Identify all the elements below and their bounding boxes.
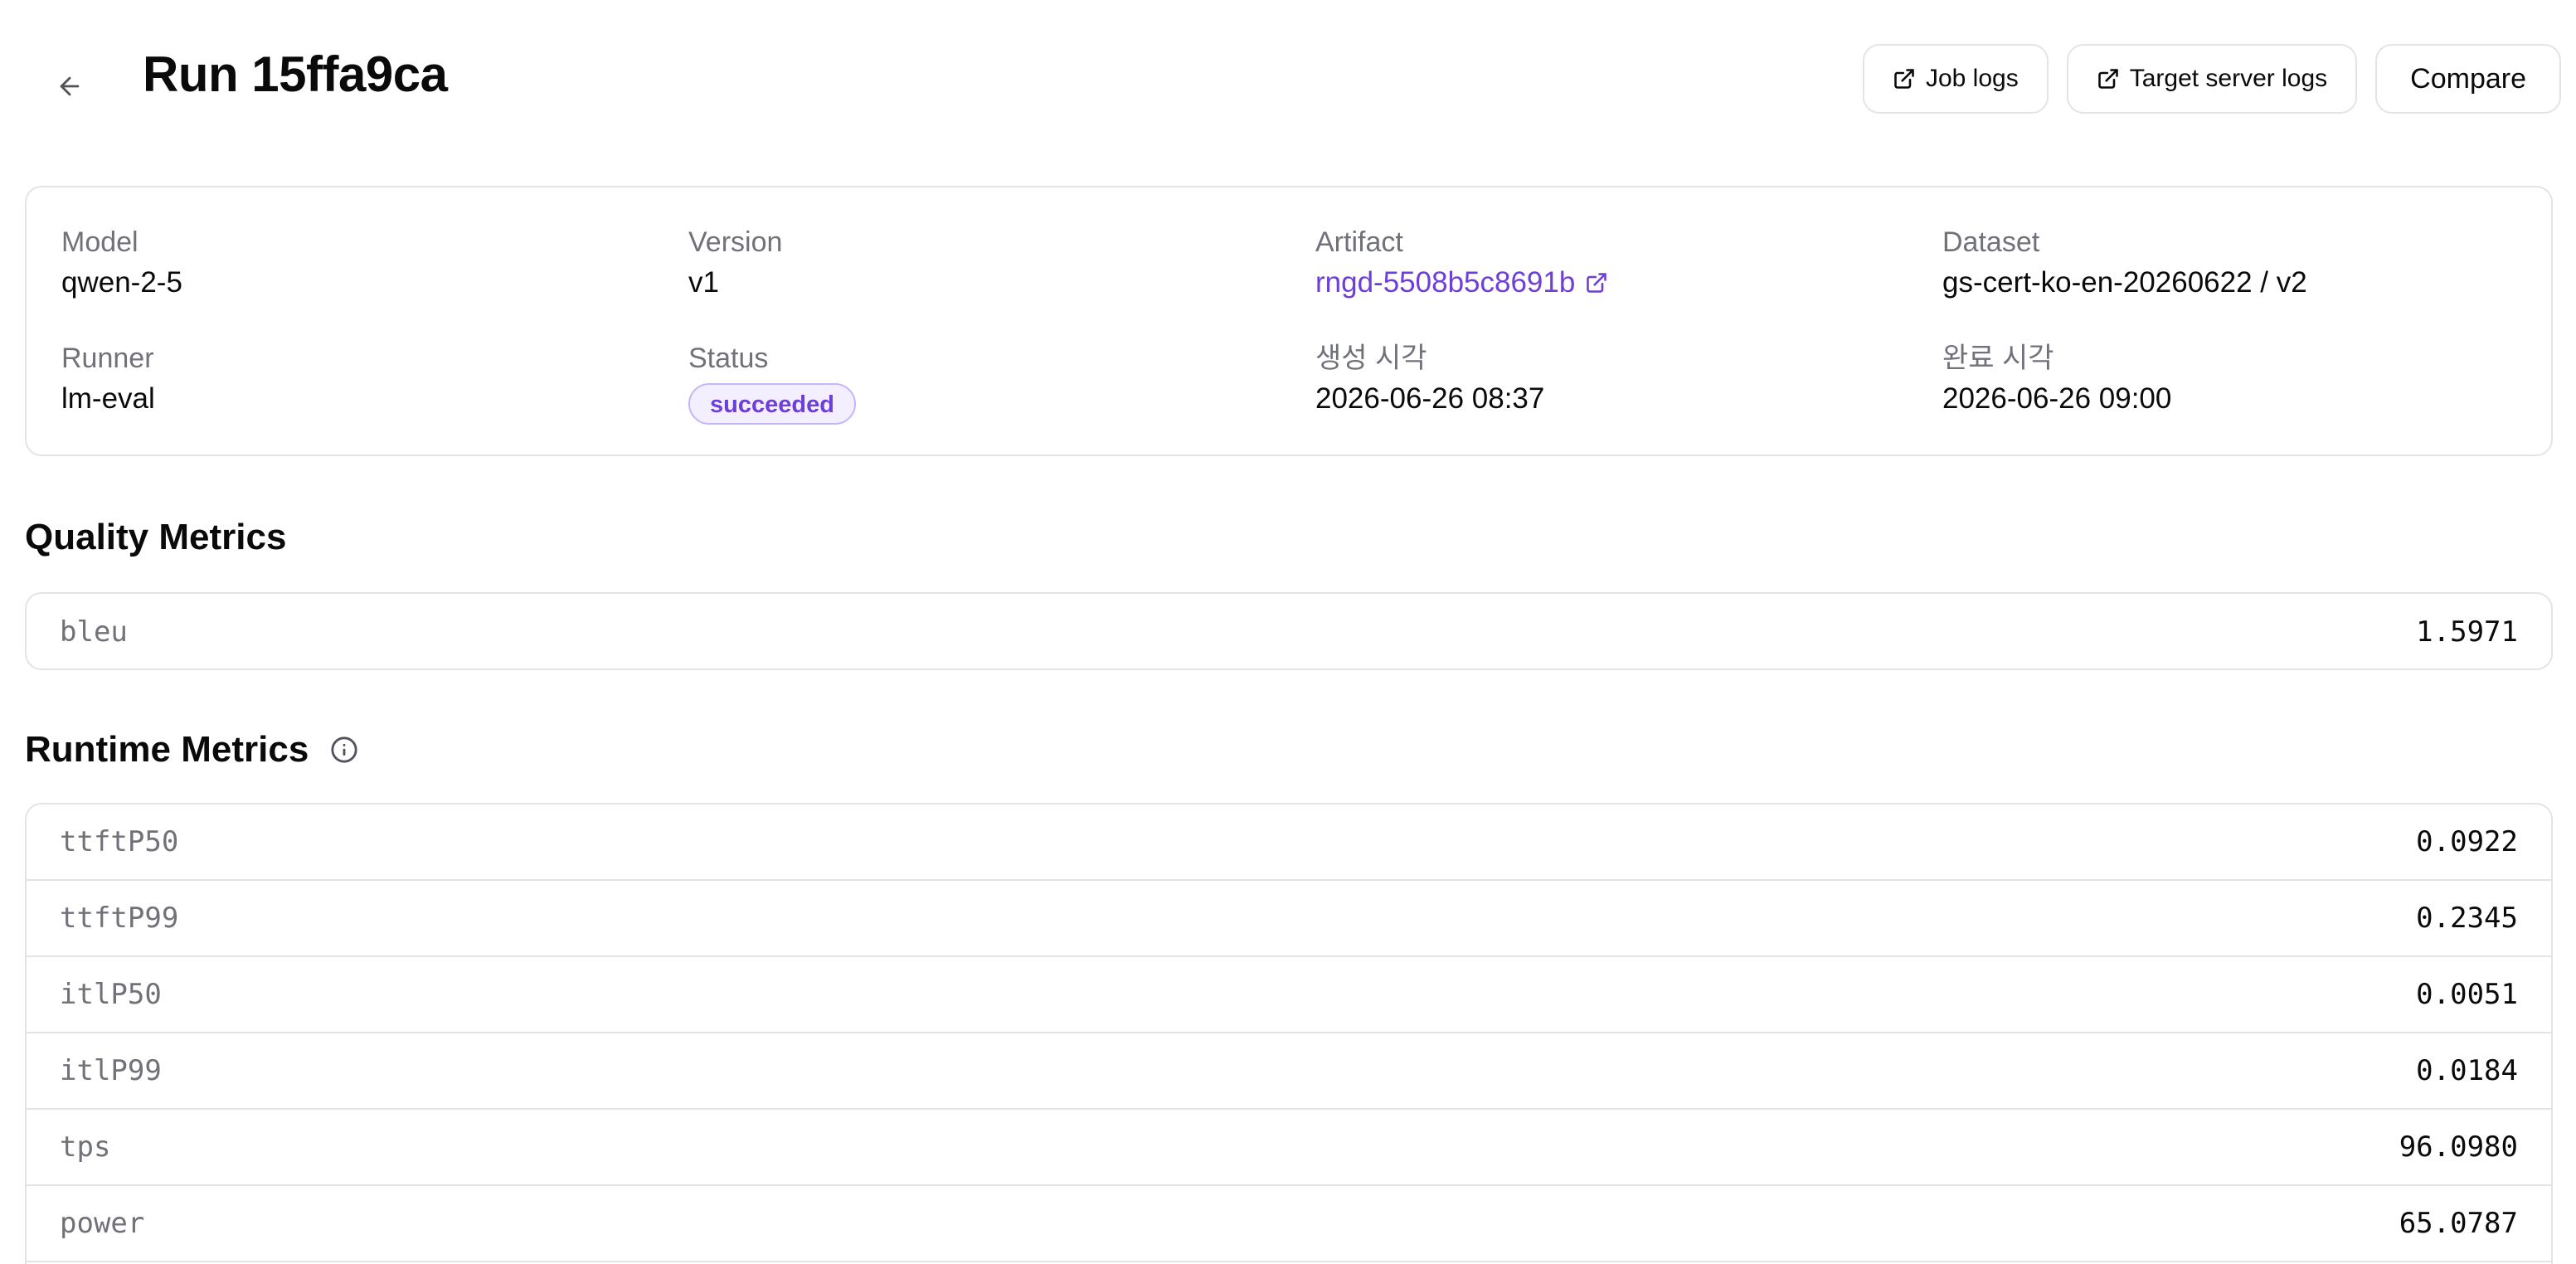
status-label: Status	[688, 343, 769, 374]
metric-name: tps	[60, 1130, 111, 1164]
field-runner: Runner lm-eval	[61, 340, 675, 418]
field-dataset: Dataset gs-cert-ko-en-20260622 / v2	[1942, 224, 2556, 302]
metric-name: bleu	[60, 615, 128, 649]
quality-metrics-title: Quality Metrics	[25, 513, 286, 562]
version-value: v1	[688, 266, 719, 299]
quality-metrics-title-text: Quality Metrics	[25, 517, 287, 557]
metric-value: 0.2345	[2416, 902, 2518, 935]
page-header: Run 15ffa9ca Job logs Target server logs…	[0, 0, 2576, 158]
quality-metrics-table: bleu 1.5971	[25, 592, 2553, 670]
field-artifact: Artifact rngd-5508b5c8691b	[1315, 224, 1929, 302]
version-label: Version	[688, 226, 783, 258]
job-logs-label: Job logs	[1925, 65, 2019, 92]
job-logs-button[interactable]: Job logs	[1862, 44, 2049, 114]
metric-value: 0.0051	[2416, 978, 2518, 1011]
table-row: ttftP99 0.2345	[27, 881, 2551, 957]
compare-button[interactable]: Compare	[2375, 44, 2561, 114]
field-model: Model qwen-2-5	[61, 224, 675, 302]
compare-label: Compare	[2410, 62, 2526, 95]
external-link-icon	[1587, 273, 1607, 293]
artifact-label: Artifact	[1315, 226, 1403, 258]
dataset-value: gs-cert-ko-en-20260622 / v2	[1942, 266, 2307, 299]
metric-value: 65.0787	[2399, 1207, 2518, 1240]
runtime-metrics-title: Runtime Metrics	[25, 725, 358, 775]
metric-name: power	[60, 1207, 145, 1240]
metric-name: itlP50	[60, 978, 162, 1011]
field-created-at: 생성 시각 2026-06-26 08:37	[1315, 340, 1929, 418]
table-row: itlP99 0.0184	[27, 1033, 2551, 1110]
dataset-label: Dataset	[1942, 226, 2040, 258]
completed-at-label: 완료 시각	[1942, 343, 2054, 374]
table-row: ttftP50 0.0922	[27, 805, 2551, 881]
arrow-left-icon	[60, 76, 80, 96]
created-at-label: 생성 시각	[1315, 343, 1427, 374]
metric-name: ttftP50	[60, 825, 179, 858]
artifact-value-wrap: rngd-5508b5c8691b	[1315, 264, 1929, 302]
runner-value: lm-eval	[61, 382, 155, 415]
external-link-icon	[2097, 69, 2118, 89]
metric-name: ttftP99	[60, 902, 179, 935]
runtime-metrics-table: ttftP50 0.0922 ttftP99 0.2345 itlP50 0.0…	[25, 803, 2553, 1264]
artifact-link[interactable]: rngd-5508b5c8691b	[1315, 264, 1608, 302]
table-row: power 65.0787	[27, 1186, 2551, 1262]
target-server-logs-button[interactable]: Target server logs	[2066, 44, 2358, 114]
model-label: Model	[61, 226, 139, 258]
metric-value: 0.0922	[2416, 825, 2518, 858]
runner-label: Runner	[61, 343, 154, 374]
header-actions: Job logs Target server logs Compare	[1862, 44, 2561, 114]
field-status: Status succeeded	[688, 340, 1302, 425]
table-row: tps 96.0980	[27, 1110, 2551, 1186]
metric-value: 0.0184	[2416, 1054, 2518, 1087]
back-button[interactable]	[46, 63, 93, 109]
metric-value: 1.5971	[2416, 615, 2518, 649]
external-link-icon	[1894, 69, 1914, 89]
page-title: Run 15ffa9ca	[143, 46, 448, 102]
target-server-logs-label: Target server logs	[2129, 65, 2328, 92]
field-version: Version v1	[688, 224, 1302, 302]
status-badge: succeeded	[688, 383, 856, 425]
table-row: itlP50 0.0051	[27, 957, 2551, 1033]
metric-name: itlP99	[60, 1054, 162, 1087]
table-row: bleu 1.5971	[27, 594, 2551, 668]
metric-value: 96.0980	[2399, 1130, 2518, 1164]
runtime-metrics-title-text: Runtime Metrics	[25, 729, 309, 770]
artifact-link-text: rngd-5508b5c8691b	[1315, 266, 1576, 299]
completed-at-value: 2026-06-26 09:00	[1942, 382, 2172, 415]
run-info-card: Model qwen-2-5 Version v1 Artifact rngd-…	[25, 186, 2553, 456]
created-at-value: 2026-06-26 08:37	[1315, 382, 1545, 415]
field-completed-at: 완료 시각 2026-06-26 09:00	[1942, 340, 2556, 418]
model-value: qwen-2-5	[61, 266, 182, 299]
info-icon[interactable]	[330, 736, 358, 764]
